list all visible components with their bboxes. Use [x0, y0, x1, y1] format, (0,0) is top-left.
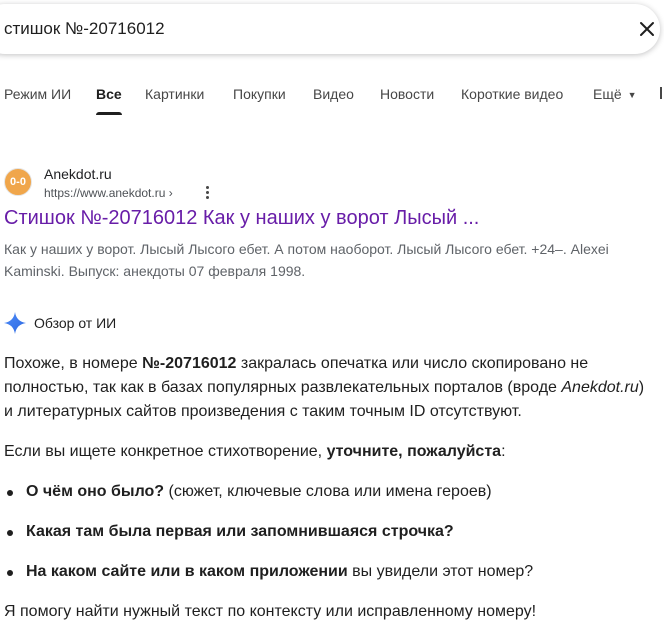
more-vert-icon-dot: [206, 196, 209, 199]
result-snippet: Как у наших у ворот. Лысый Лысого ебет. …: [4, 241, 609, 279]
clear-search-button[interactable]: [634, 16, 660, 42]
list-item: На каком сайте или в каком приложении вы…: [4, 560, 654, 584]
ai-p1-bold: №-20716012: [142, 355, 237, 372]
ai-paragraph-1: Похоже, в номере №-20716012 закралась оп…: [4, 352, 654, 424]
tools-edge[interactable]: [660, 87, 662, 99]
tab-shopping[interactable]: Покупки: [233, 84, 286, 116]
tab-more-label: Ещё: [593, 86, 622, 102]
tab-more[interactable]: Ещё ▼: [593, 84, 637, 116]
bullet-bold: О чём оно было?: [26, 483, 165, 500]
tab-news[interactable]: Новости: [380, 84, 434, 116]
tab-images[interactable]: Картинки: [145, 84, 204, 116]
result-url[interactable]: https://www.anekdot.ru ›: [44, 186, 173, 200]
ai-paragraph-2: Если вы ищете конкретное стихотворение, …: [4, 440, 654, 464]
site-favicon[interactable]: 0-0: [4, 168, 32, 196]
result-site-name[interactable]: Anekdot.ru: [44, 166, 112, 182]
tab-videos[interactable]: Видео: [313, 84, 354, 116]
tab-all[interactable]: Все: [96, 84, 122, 116]
bullet-text: (сюжет, ключевые слова или имена героев): [164, 483, 492, 500]
sparkle-icon: [4, 312, 26, 334]
more-vert-icon: [206, 186, 209, 189]
ai-overview-label: Обзор от ИИ: [34, 315, 117, 331]
ai-bullet-list: О чём оно было? (сюжет, ключевые слова и…: [4, 480, 654, 584]
result-title-link[interactable]: Стишок №-20716012 Как у наших у ворот Лы…: [4, 207, 479, 230]
result-more-button[interactable]: [200, 184, 216, 202]
search-results-page: Режим ИИ Все Картинки Покупки Видео Ново…: [0, 0, 664, 640]
search-input[interactable]: [4, 4, 604, 54]
ai-p2-text: Если вы ищете конкретное стихотворение,: [4, 443, 327, 460]
list-item: Какая там была первая или запомнившаяся …: [4, 520, 654, 544]
list-item: О чём оно было? (сюжет, ключевые слова и…: [4, 480, 654, 504]
ai-closing: Я помогу найти нужный текст по контексту…: [4, 603, 537, 620]
bullet-bold: Какая там была первая или запомнившаяся …: [26, 523, 454, 540]
ai-p1-italic: Anekdot.ru: [561, 379, 639, 396]
more-vert-icon-dot: [206, 191, 209, 194]
ai-p2-bold: уточните, пожалуйста: [326, 443, 502, 460]
tab-ai-mode[interactable]: Режим ИИ: [4, 84, 71, 116]
search-tabs: Режим ИИ Все Картинки Покупки Видео Ново…: [0, 84, 664, 116]
bullet-text: вы увидели этот номер?: [347, 563, 534, 580]
tab-short-videos[interactable]: Короткие видео: [461, 84, 563, 116]
ai-p2-text-2: :: [501, 443, 506, 460]
bullet-bold: На каком сайте или в каком приложении: [26, 563, 348, 580]
close-icon: [640, 22, 654, 36]
ai-overview-body: Похоже, в номере №-20716012 закралась оп…: [4, 352, 654, 640]
ai-p1-text: Похоже, в номере: [4, 355, 143, 372]
chevron-down-icon: ▼: [627, 90, 637, 100]
